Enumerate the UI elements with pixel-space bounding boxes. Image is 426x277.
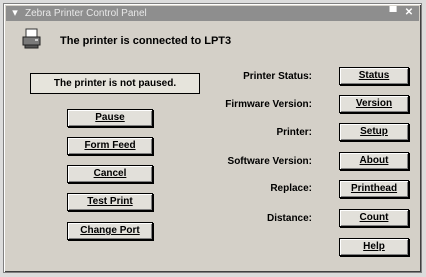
- setup-button[interactable]: Setup: [339, 123, 409, 141]
- software-version-label: Software Version:: [227, 156, 312, 167]
- about-button[interactable]: About: [339, 152, 409, 170]
- change-port-button[interactable]: Change Port: [67, 222, 153, 240]
- test-print-button[interactable]: Test Print: [67, 193, 153, 211]
- count-button[interactable]: Count: [339, 209, 409, 227]
- control-panel-window: ▾ Zebra Printer Control Panel ▀ ✕ The pr…: [3, 3, 422, 273]
- firmware-version-label: Firmware Version:: [225, 99, 312, 110]
- version-button[interactable]: Version: [339, 95, 409, 113]
- printer-icon: [22, 28, 41, 49]
- replace-label: Replace:: [270, 183, 312, 194]
- title-bar[interactable]: ▾ Zebra Printer Control Panel ▀ ✕: [6, 6, 419, 21]
- window-menu-icon[interactable]: ▾: [9, 7, 21, 19]
- printer-label: Printer:: [276, 127, 312, 138]
- title-buttons: ▀ ✕: [386, 7, 416, 19]
- cancel-button[interactable]: Cancel: [67, 165, 153, 183]
- minimize-icon[interactable]: ▀: [386, 7, 400, 19]
- status-button[interactable]: Status: [339, 67, 409, 85]
- close-icon[interactable]: ✕: [402, 7, 416, 19]
- distance-label: Distance:: [266, 213, 312, 224]
- help-button[interactable]: Help: [339, 238, 409, 256]
- window-title: Zebra Printer Control Panel: [25, 8, 147, 19]
- pause-button[interactable]: Pause: [67, 109, 153, 127]
- printhead-button[interactable]: Printhead: [339, 180, 409, 198]
- form-feed-button[interactable]: Form Feed: [67, 137, 153, 155]
- connection-status-text: The printer is connected to LPT3: [60, 35, 232, 47]
- pause-status-box: The printer is not paused.: [30, 73, 200, 94]
- printer-status-label: Printer Status:: [243, 71, 312, 82]
